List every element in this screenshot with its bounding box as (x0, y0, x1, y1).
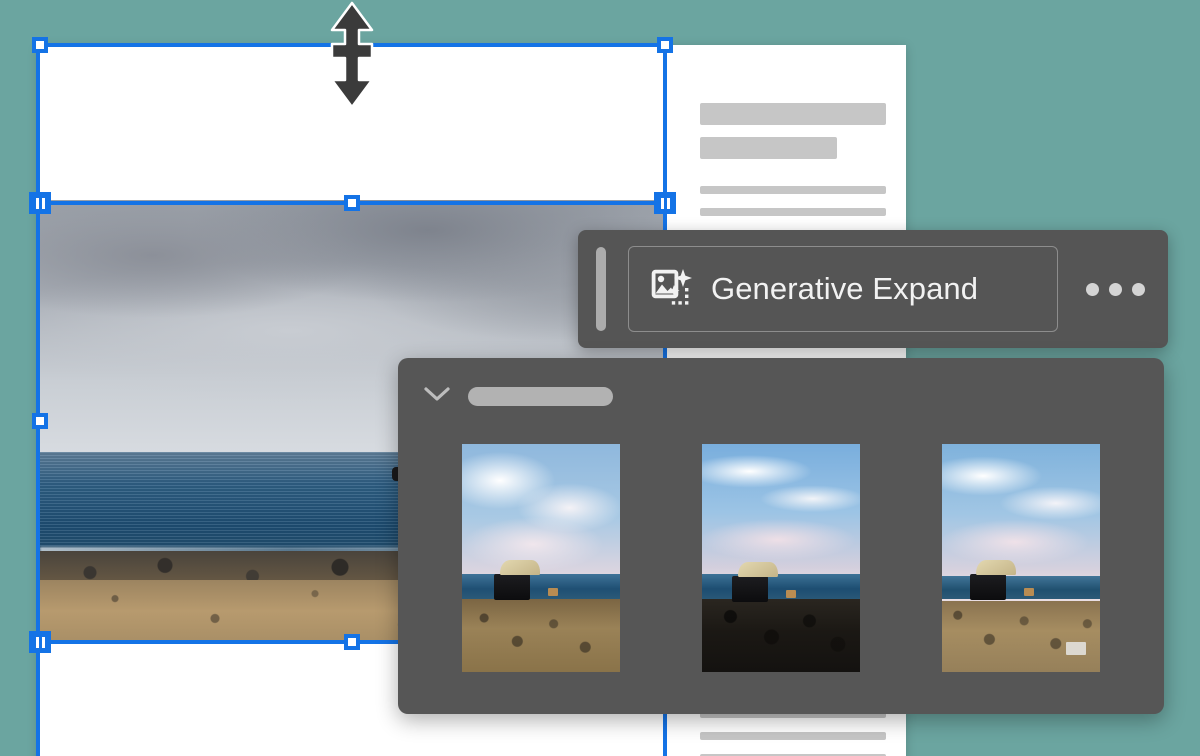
thumbnail-cooler (548, 588, 558, 596)
thumbnail-tent (500, 560, 540, 575)
thumbnail-cooler (1024, 588, 1034, 596)
variation-thumbnail-1[interactable] (462, 444, 620, 672)
more-dot-icon (1086, 282, 1099, 296)
thumbnail-sea (702, 573, 860, 600)
thumbnail-concrete-block (1066, 642, 1086, 655)
thumbnail-ground (702, 599, 860, 672)
thumbnail-ground (462, 599, 620, 672)
generative-expand-label: Generative Expand (711, 271, 979, 306)
toolbar-drag-grip[interactable] (596, 247, 606, 331)
thumbnail-sea (462, 573, 620, 600)
variations-panel (398, 358, 1164, 714)
text-placeholder-line (700, 208, 886, 216)
thumbnail-sea (942, 576, 1100, 600)
variation-thumbnail-3[interactable] (942, 444, 1100, 672)
variations-thumbnail-list (398, 444, 1164, 672)
text-placeholder-line (700, 732, 886, 740)
thumbnail-cooler (786, 590, 796, 598)
thumbnail-tent (738, 562, 778, 577)
document-text-column-lower (700, 710, 886, 756)
variation-thumbnail-2[interactable] (702, 444, 860, 672)
text-placeholder-heading (700, 137, 837, 159)
more-dot-icon (1132, 282, 1145, 296)
variations-panel-header[interactable] (424, 386, 613, 407)
variations-panel-title-placeholder (468, 387, 613, 406)
thumbnail-ground (942, 601, 1100, 672)
thumbnail-tent (976, 560, 1016, 575)
generative-expand-icon (651, 266, 693, 313)
chevron-down-icon[interactable] (424, 386, 450, 407)
more-dot-icon (1109, 282, 1122, 296)
thumbnail-jeep (494, 574, 530, 600)
text-placeholder-line (700, 186, 886, 194)
more-options-button[interactable] (1086, 282, 1145, 296)
generative-expand-toolbar[interactable]: Generative Expand (578, 230, 1168, 348)
thumbnail-jeep (970, 574, 1006, 600)
thumbnail-jeep (732, 576, 768, 602)
generative-expand-button[interactable]: Generative Expand (628, 246, 1058, 332)
vertical-resize-cursor (328, 0, 376, 110)
text-placeholder-heading (700, 103, 886, 125)
